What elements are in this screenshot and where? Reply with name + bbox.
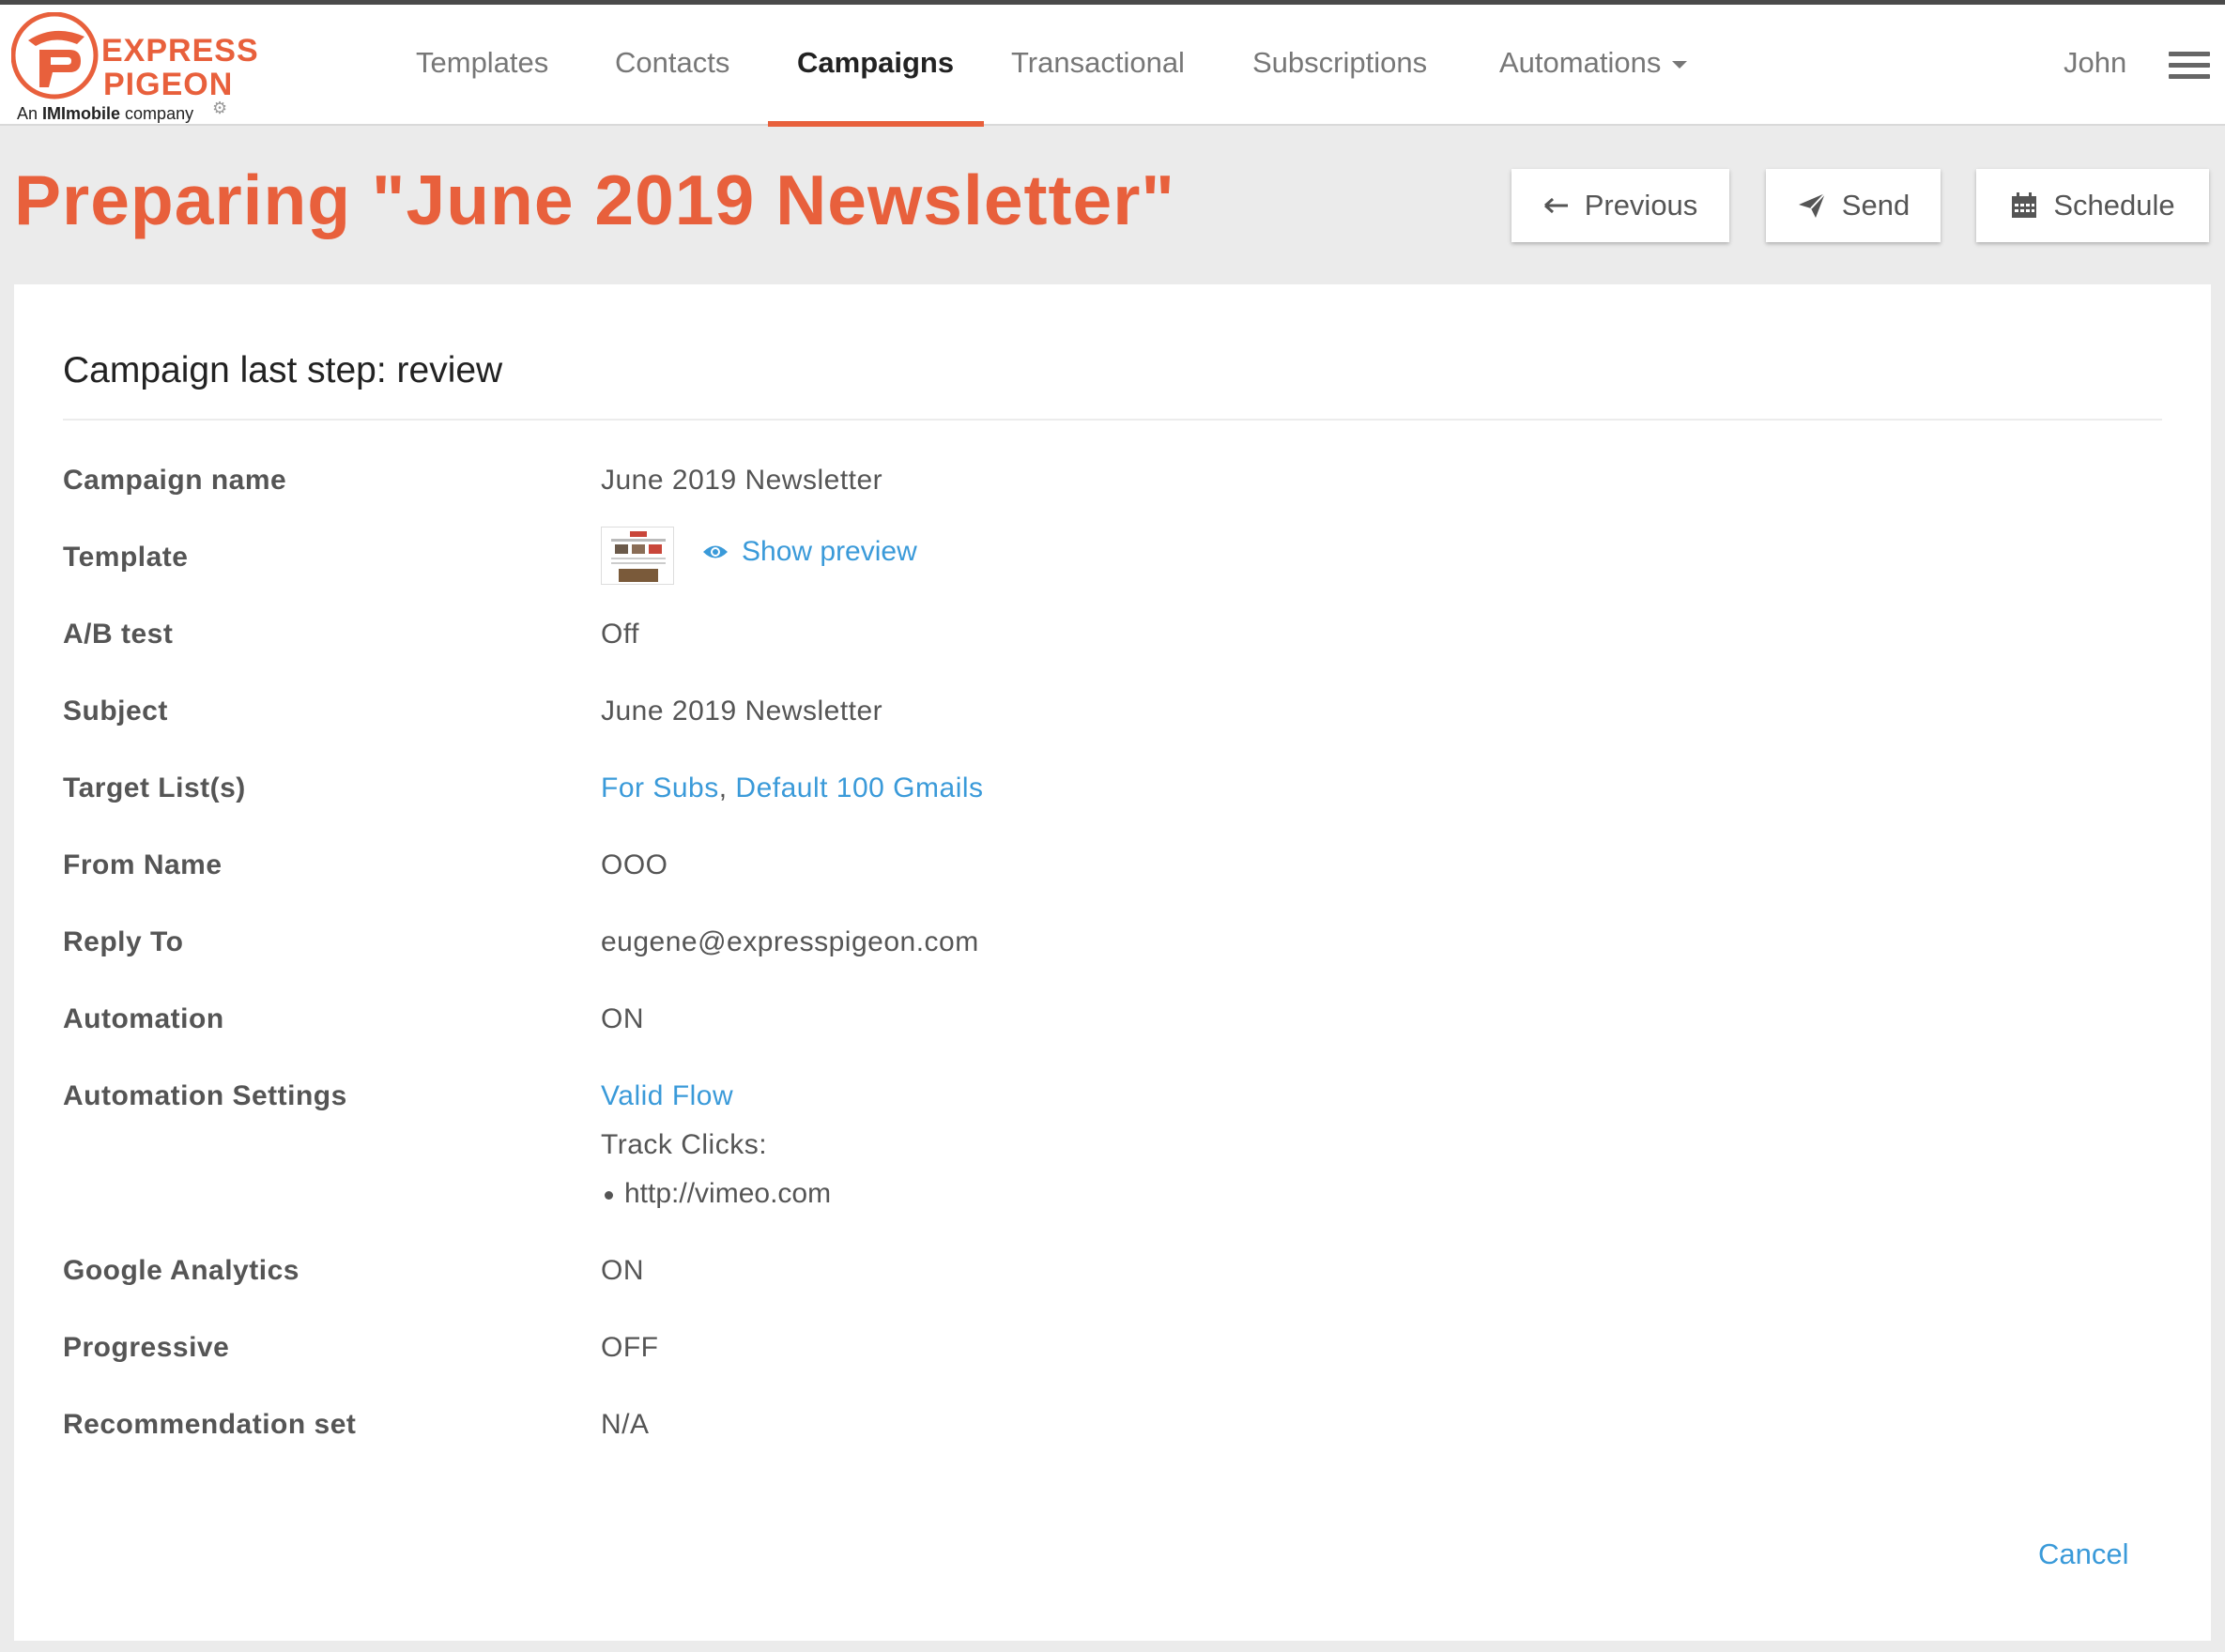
send-button-label: Send [1841, 189, 1910, 222]
label-target-lists: Target List(s) [63, 772, 246, 803]
review-card: Campaign last step: review Campaign name… [14, 284, 2211, 1641]
label-recommendation-set: Recommendation set [63, 1409, 357, 1440]
active-tab-indicator [768, 121, 984, 127]
label-automation-settings: Automation Settings [63, 1080, 347, 1111]
eye-icon [702, 543, 729, 560]
brand-logo[interactable]: EXPRESS PIGEON An IMImobile company ⚙ [11, 12, 258, 123]
label-from-name: From Name [63, 849, 222, 880]
target-list-link-for-subs[interactable]: For Subs [601, 772, 719, 803]
nav-automations[interactable]: Automations [1499, 5, 1688, 126]
arrow-left-icon [1543, 196, 1570, 215]
nav-templates[interactable]: Templates [416, 5, 548, 126]
page-title: Preparing "June 2019 Newsletter" [14, 161, 1175, 239]
label-subject: Subject [63, 696, 168, 727]
nav-contacts[interactable]: Contacts [615, 5, 729, 126]
caret-down-icon [1672, 60, 1688, 69]
calendar-icon [2010, 191, 2038, 220]
pigeon-logo-icon [11, 12, 99, 99]
value-subject: June 2019 Newsletter [601, 696, 883, 727]
show-preview-label: Show preview [742, 536, 917, 567]
label-automation: Automation [63, 1003, 224, 1034]
value-target-lists: For Subs, Default 100 Gmails [601, 772, 984, 804]
track-clicks-label: Track Clicks: [601, 1129, 768, 1160]
bullet-icon [605, 1190, 613, 1200]
previous-button-label: Previous [1584, 189, 1698, 222]
list-item: http://vimeo.com [601, 1178, 831, 1210]
divider [63, 419, 2162, 421]
target-list-link-default-100-gmails[interactable]: Default 100 Gmails [735, 772, 983, 803]
review-card-title: Campaign last step: review [63, 350, 503, 390]
top-navbar: EXPRESS PIGEON An IMImobile company ⚙ Te… [0, 5, 2225, 127]
label-ab-test: A/B test [63, 619, 174, 650]
show-preview-link[interactable]: Show preview [702, 536, 917, 568]
label-progressive: Progressive [63, 1332, 230, 1363]
schedule-button-label: Schedule [2053, 189, 2175, 222]
automation-flow-link[interactable]: Valid Flow [601, 1080, 733, 1112]
value-reply-to: eugene@expresspigeon.com [601, 926, 979, 957]
nav-subscriptions[interactable]: Subscriptions [1252, 5, 1427, 126]
schedule-button[interactable]: Schedule [1976, 169, 2209, 242]
brand-subtitle: An IMImobile company [17, 104, 194, 123]
value-campaign-name: June 2019 Newsletter [601, 465, 883, 496]
target-list-separator: , [718, 772, 728, 803]
cancel-link[interactable]: Cancel [2038, 1537, 2129, 1571]
value-google-analytics: ON [601, 1255, 644, 1286]
paper-plane-icon [1797, 191, 1827, 220]
value-recommendation-set: N/A [601, 1409, 650, 1440]
previous-button[interactable]: Previous [1511, 169, 1729, 242]
send-button[interactable]: Send [1766, 169, 1941, 242]
gear-icon: ⚙ [212, 99, 228, 117]
brand-word-express: EXPRESS [101, 33, 259, 69]
label-template: Template [63, 542, 189, 573]
template-thumbnail[interactable] [601, 527, 674, 585]
nav-transactional[interactable]: Transactional [1011, 5, 1185, 126]
value-ab-test: Off [601, 619, 639, 650]
nav-automations-label: Automations [1499, 46, 1662, 79]
nav-campaigns[interactable]: Campaigns [797, 5, 954, 126]
value-from-name: OOO [601, 849, 668, 880]
label-reply-to: Reply To [63, 926, 184, 957]
label-google-analytics: Google Analytics [63, 1255, 299, 1286]
value-automation: ON [601, 1003, 644, 1034]
hamburger-menu-icon[interactable] [2169, 52, 2210, 80]
label-campaign-name: Campaign name [63, 465, 287, 496]
value-progressive: OFF [601, 1332, 659, 1363]
user-menu[interactable]: John [2064, 5, 2126, 121]
track-click-url: http://vimeo.com [624, 1178, 832, 1209]
